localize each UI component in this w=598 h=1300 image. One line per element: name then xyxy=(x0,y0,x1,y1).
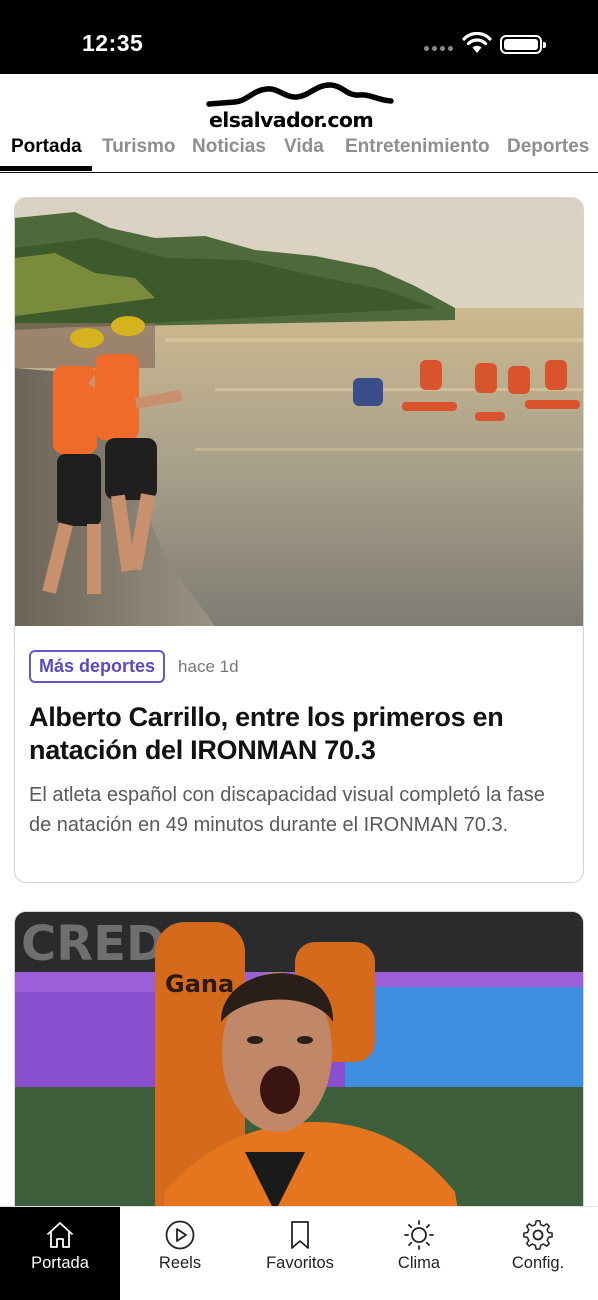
site-logo[interactable]: elsalvador.com xyxy=(205,80,395,132)
article-card[interactable]: CREDIT Gana xyxy=(14,911,584,1206)
nav-favoritos[interactable]: Favoritos xyxy=(240,1207,360,1300)
home-icon xyxy=(47,1222,73,1248)
jersey-text: Gana xyxy=(165,970,234,998)
gear-icon xyxy=(523,1220,553,1250)
tab-turismo[interactable]: Turismo xyxy=(102,136,176,172)
status-time: 12:35 xyxy=(82,30,144,56)
category-tag[interactable]: Más deportes xyxy=(29,650,166,683)
bookmark-icon xyxy=(291,1221,309,1249)
nav-label: Reels xyxy=(158,1254,202,1272)
tab-entretenimiento[interactable]: Entretenimiento xyxy=(345,136,490,172)
tab-noticias[interactable]: Noticias xyxy=(192,136,266,172)
nav-config[interactable]: Config. xyxy=(478,1207,598,1300)
nav-label: Config. xyxy=(511,1254,565,1272)
article-headline[interactable]: Alberto Carrillo, entre los primeros en … xyxy=(29,701,569,767)
news-feed[interactable]: Más deportes hace 1d Alberto Carrillo, e… xyxy=(0,173,598,1206)
sun-icon xyxy=(404,1220,434,1250)
nav-reels[interactable]: Reels xyxy=(120,1207,240,1300)
article-image[interactable] xyxy=(15,198,583,626)
mountain-logo-icon xyxy=(206,82,394,107)
tab-deportes[interactable]: Deportes xyxy=(507,136,589,172)
cellular-signal-icon xyxy=(424,46,453,51)
wifi-icon xyxy=(462,32,492,53)
tab-vida[interactable]: Vida xyxy=(284,136,324,172)
app-header: elsalvador.com xyxy=(0,74,598,132)
article-meta: Más deportes hace 1d xyxy=(29,650,569,683)
article-body: Más deportes hace 1d Alberto Carrillo, e… xyxy=(15,626,583,840)
nav-label: Favoritos xyxy=(266,1254,334,1272)
bottom-navigation: Portada Reels Favoritos Clima Config. xyxy=(0,1206,598,1300)
article-image[interactable]: CREDIT Gana xyxy=(15,912,583,1206)
status-bar: 12:35 xyxy=(0,0,598,74)
logo-text: elsalvador.com xyxy=(209,108,374,132)
nav-label: Portada xyxy=(31,1254,89,1272)
nav-clima[interactable]: Clima xyxy=(359,1207,479,1300)
active-tab-indicator xyxy=(0,166,92,171)
article-summary: El atleta español con discapacidad visua… xyxy=(29,784,545,836)
article-card[interactable]: Más deportes hace 1d Alberto Carrillo, e… xyxy=(14,197,584,883)
play-icon xyxy=(165,1220,195,1250)
article-time: hace 1d xyxy=(178,656,239,676)
battery-icon xyxy=(500,35,546,54)
nav-label: Clima xyxy=(397,1254,441,1272)
nav-portada[interactable]: Portada xyxy=(0,1207,120,1300)
